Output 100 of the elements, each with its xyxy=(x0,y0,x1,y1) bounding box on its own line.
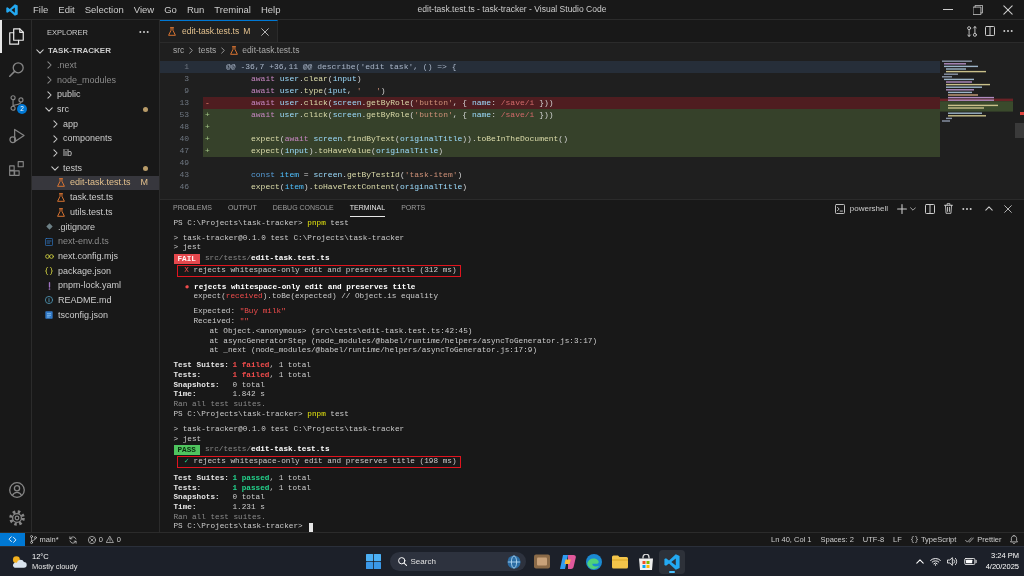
tree-item[interactable]: next.config.mjs xyxy=(32,248,159,264)
tree-item[interactable]: pnpm-lock.yaml xyxy=(32,278,159,293)
diff-marker: + xyxy=(205,110,210,119)
tree-item[interactable]: task.test.ts xyxy=(32,190,159,205)
tree-item[interactable]: lib xyxy=(32,146,159,161)
remote-button[interactable] xyxy=(0,533,25,546)
tree-item[interactable]: .gitignore xyxy=(32,219,159,235)
weather-icon[interactable] xyxy=(10,555,28,568)
tree-item[interactable]: next-env.d.ts xyxy=(32,234,159,249)
code-line: await user.type(iput, ' ') xyxy=(251,85,386,97)
code-file-icon xyxy=(45,237,53,246)
trash-icon[interactable] xyxy=(944,203,953,214)
tree-item[interactable]: README.md xyxy=(32,293,159,308)
breadcrumb-item[interactable]: edit-task.test.ts xyxy=(230,45,300,56)
menu-item[interactable]: Go xyxy=(159,3,182,16)
git-status-letter: M xyxy=(140,177,148,189)
chevron-down-icon[interactable] xyxy=(910,206,916,211)
line-number: 46 xyxy=(178,181,189,193)
shell-picker[interactable]: powershell xyxy=(834,203,888,214)
shopping-bag-icon xyxy=(637,553,654,570)
tree-item[interactable]: utils.test.ts xyxy=(32,204,159,220)
taskbar-app-button[interactable] xyxy=(658,549,685,574)
branch-icon xyxy=(29,535,37,544)
code-line: const item = screen.getByTestId('task-item') xyxy=(251,169,463,181)
menu-item[interactable]: Edit xyxy=(53,3,80,16)
breadcrumb-item[interactable]: tests xyxy=(198,45,217,56)
exclamation-icon xyxy=(47,281,51,290)
search-field[interactable]: Search xyxy=(389,552,526,571)
line-number: 40 xyxy=(178,133,189,145)
scrollbar-drawing[interactable] xyxy=(1015,112,1024,138)
line-number: 48 xyxy=(178,121,189,133)
bell-icon[interactable] xyxy=(1010,535,1018,544)
line-number: 13 xyxy=(178,97,189,109)
info-icon xyxy=(45,296,53,305)
tree-item[interactable]: tsconfig.json xyxy=(32,307,159,323)
tree-item[interactable]: src xyxy=(32,102,159,117)
close-icon[interactable] xyxy=(261,27,270,36)
split-editor-icon[interactable] xyxy=(985,26,995,36)
compare-changes-icon[interactable] xyxy=(967,25,977,37)
search-icon xyxy=(397,557,407,566)
chevron-right-icon xyxy=(221,47,226,54)
code-line: expect(await screen.findByText(originalTitle)).toBeInTheDocument() xyxy=(251,133,568,145)
chevron-up-icon[interactable] xyxy=(985,206,993,211)
speaker-icon[interactable] xyxy=(946,557,958,566)
menu-item[interactable]: View xyxy=(128,3,160,16)
tree-item[interactable]: .next xyxy=(32,58,159,73)
battery-icon[interactable] xyxy=(963,558,977,565)
tree-item[interactable]: tests xyxy=(32,160,159,176)
start-icon[interactable] xyxy=(365,554,381,569)
browser-icon xyxy=(585,553,602,570)
menu-item[interactable]: Run xyxy=(181,3,210,16)
git-status-letter: M xyxy=(243,26,251,37)
project-root[interactable]: TASK-TRACKER xyxy=(32,44,159,58)
source-control-icon xyxy=(9,94,24,111)
flask-icon xyxy=(57,193,65,203)
line-number: 47 xyxy=(178,145,189,157)
menu-item[interactable]: Treminal xyxy=(209,3,256,16)
diamond-icon xyxy=(45,223,53,231)
menu-item[interactable]: File xyxy=(28,3,54,16)
menu-item[interactable]: Help xyxy=(255,3,286,16)
braces-icon xyxy=(45,266,53,275)
restore-icon[interactable] xyxy=(973,4,983,15)
code-line: @@ -36,7 +36,11 @@ describe('edit task', () => { xyxy=(226,61,457,73)
shell-prompt-icon xyxy=(834,203,845,214)
line-number: 53 xyxy=(178,109,189,121)
close-icon[interactable] xyxy=(1004,204,1012,213)
close-icon[interactable] xyxy=(1003,4,1013,15)
tree-item[interactable]: edit-task.test.ts M xyxy=(32,175,159,191)
code-line: await user.click(screen.getByRole('button', { name: /save/i })) xyxy=(251,97,554,109)
line-number: 9 xyxy=(183,85,189,97)
diff-marker: + xyxy=(205,122,210,131)
diff-marker: + xyxy=(205,134,210,143)
editor-tab[interactable]: edit-task.test.ts M xyxy=(160,20,279,42)
menu-item[interactable]: Selection xyxy=(79,3,129,16)
extensions-icon xyxy=(9,161,24,176)
code-line: expect(item).toHaveTextContent(originalTitle) xyxy=(251,181,468,193)
split-pane-icon[interactable] xyxy=(925,203,935,214)
plus-icon[interactable] xyxy=(897,203,907,214)
lined-file-icon xyxy=(45,311,53,320)
diff-marker: - xyxy=(205,98,210,107)
wifi-icon[interactable] xyxy=(929,557,941,566)
line-number: 3 xyxy=(183,73,189,85)
more-icon[interactable] xyxy=(962,207,972,210)
tree-item[interactable]: package.json xyxy=(32,263,159,279)
tree-item[interactable]: node_modules xyxy=(32,72,159,88)
tree-item[interactable]: components xyxy=(32,131,159,147)
flask-icon xyxy=(57,207,65,217)
rings-icon xyxy=(44,253,54,259)
chevron-right-icon xyxy=(189,47,194,54)
tree-item[interactable]: public xyxy=(32,87,159,103)
tree-item[interactable]: app xyxy=(32,116,159,132)
code-line: await user.click(screen.getByRole('button', { name: /save/i })) xyxy=(251,109,554,121)
minimap-drawing[interactable] xyxy=(940,60,1013,122)
breadcrumb-item[interactable]: src xyxy=(173,45,185,56)
double-check-icon xyxy=(965,536,975,543)
globe-icon xyxy=(506,554,521,569)
sync-icon[interactable] xyxy=(69,535,78,544)
line-number: 49 xyxy=(178,157,189,169)
flask-icon xyxy=(230,46,239,55)
account-icon xyxy=(8,482,25,498)
